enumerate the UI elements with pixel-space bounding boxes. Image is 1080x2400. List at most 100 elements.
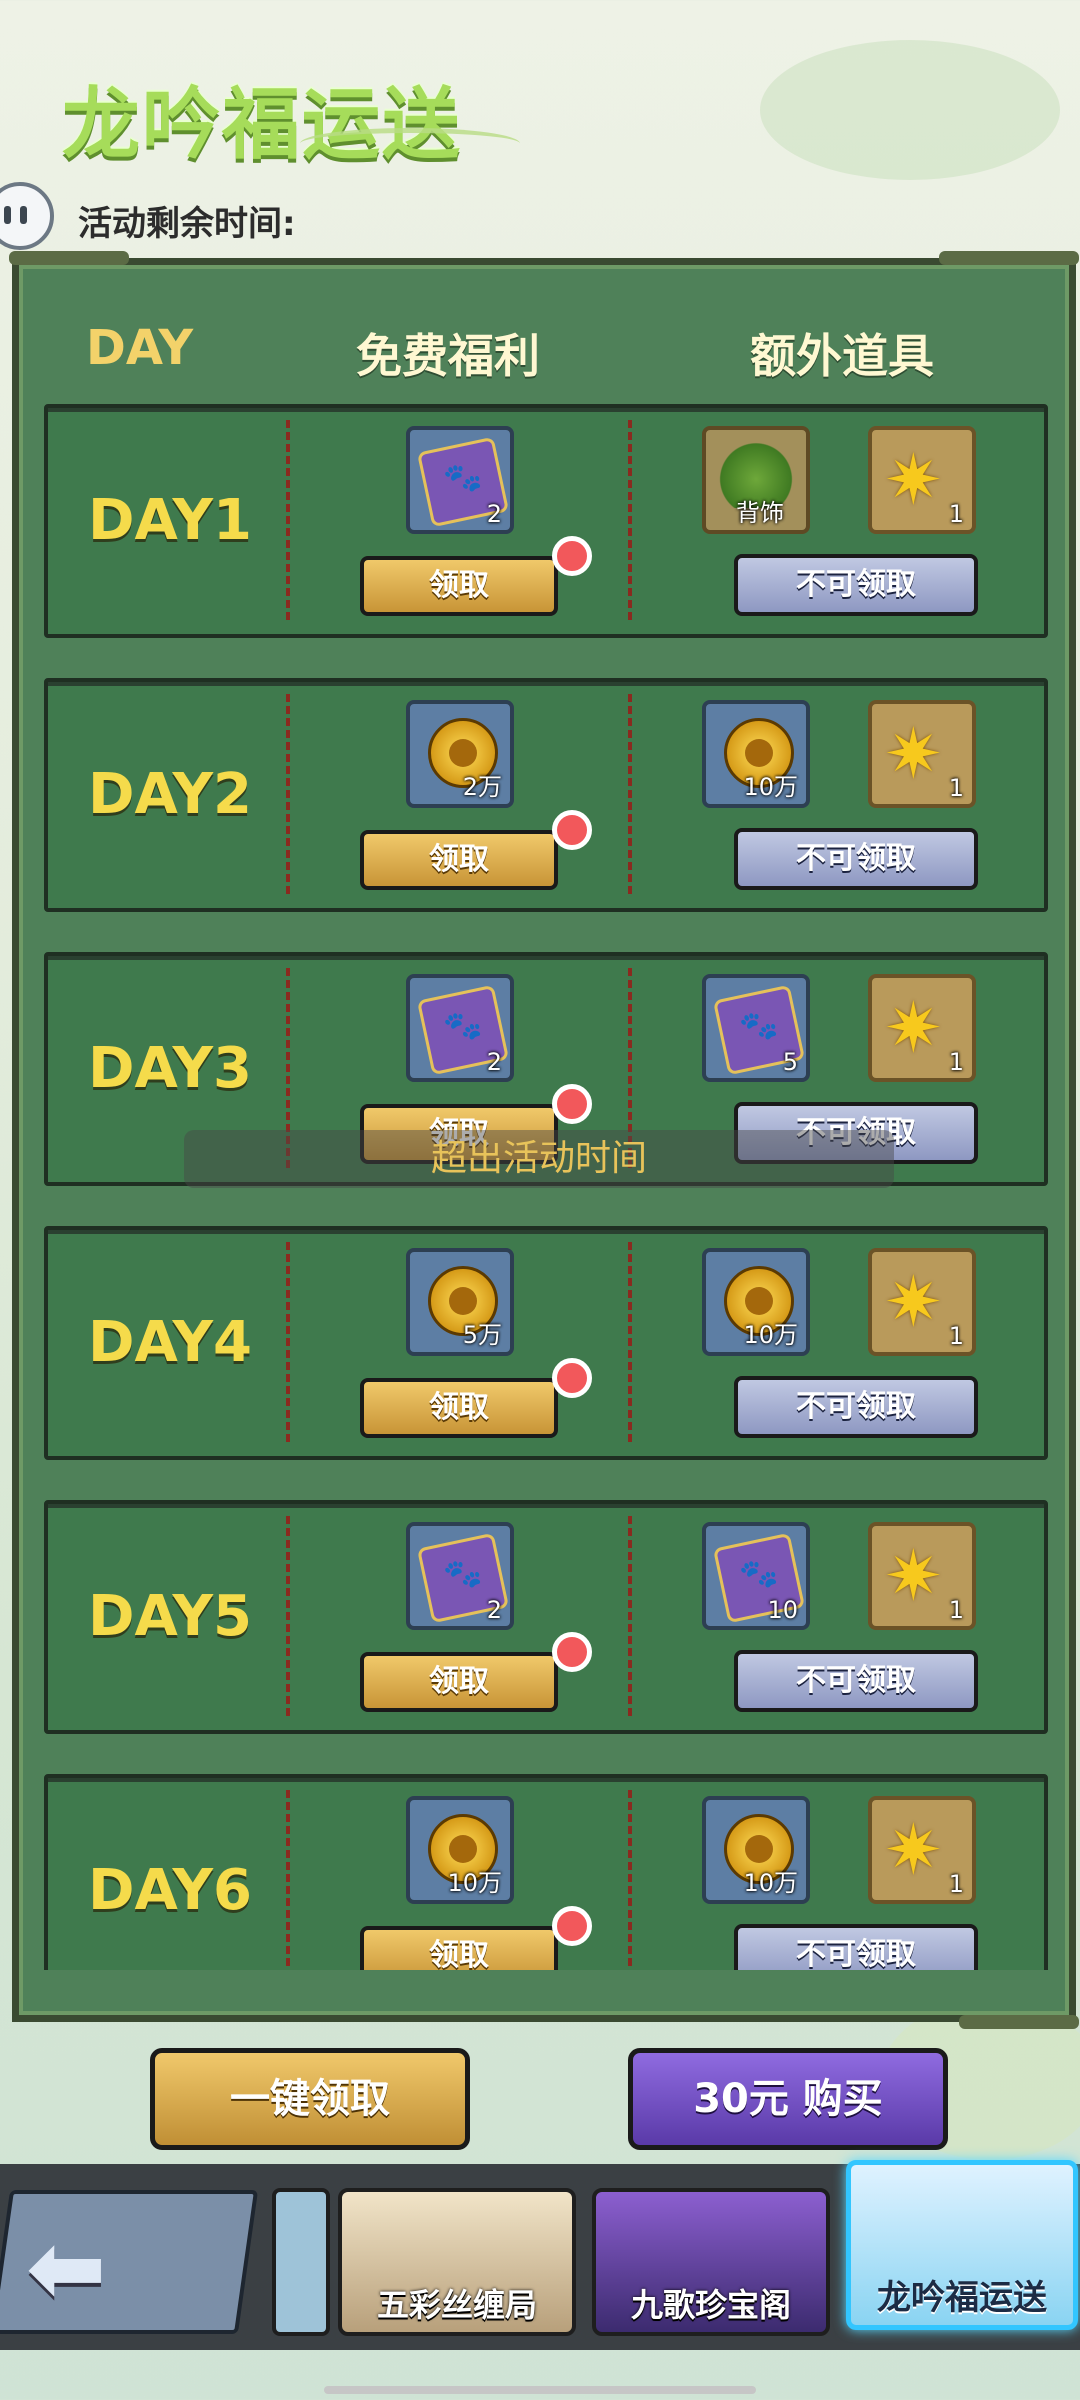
column-divider: [628, 1242, 632, 1442]
reward-quantity: 10万: [743, 1869, 798, 1897]
notification-badge: [552, 1632, 592, 1672]
gold-star-icon: ✷: [884, 1535, 943, 1617]
reward-quantity: 10万: [743, 773, 798, 801]
home-indicator[interactable]: [324, 2386, 756, 2394]
reward-item-slot[interactable]: ✷ 1: [868, 1248, 976, 1356]
reward-quantity: 1: [948, 500, 964, 528]
header-extra-items: 额外道具: [750, 329, 934, 383]
column-divider: [628, 420, 632, 620]
day-row: DAY6 10万 10万 ✷ 1 领取 不可领取: [44, 1774, 1048, 1970]
tab-label: 九歌珍宝阁: [630, 2286, 791, 2324]
reward-item-slot[interactable]: 10万: [702, 1796, 810, 1904]
day-row: DAY5 2 10 ✷1 领取 不可领取: [44, 1500, 1048, 1734]
countdown-label: 活动剩余时间:: [78, 204, 296, 244]
back-arrow-icon: ⬅: [26, 2212, 107, 2324]
reward-quantity: 背饰: [736, 499, 784, 527]
notification-badge: [552, 1906, 592, 1946]
toast-message: 超出活动时间: [184, 1130, 894, 1188]
day-label: DAY2: [88, 762, 252, 827]
reward-item-slot[interactable]: 10万: [702, 1248, 810, 1356]
reward-quantity: 2: [486, 1048, 502, 1076]
reward-item-slot[interactable]: 10万: [702, 700, 810, 808]
reward-item-slot[interactable]: 2: [406, 1522, 514, 1630]
notification-badge: [552, 1358, 592, 1398]
reward-quantity: 10: [767, 1596, 798, 1624]
claim-button[interactable]: 领取: [360, 556, 558, 616]
buy-button[interactable]: 30元 购买: [628, 2048, 948, 2150]
claim-all-button[interactable]: 一键领取: [150, 2048, 470, 2150]
tab-wucai[interactable]: 五彩丝缠局: [338, 2188, 576, 2336]
vine-decoration: [9, 251, 129, 265]
day-label: DAY5: [88, 1584, 252, 1649]
day-row: DAY4 5万 10万 ✷ 1 领取 不可领取: [44, 1226, 1048, 1460]
column-divider: [286, 1790, 290, 1970]
reward-item-slot[interactable]: ✷ 1: [868, 1796, 976, 1904]
reward-quantity: 2: [486, 1596, 502, 1624]
reward-item-slot[interactable]: 2: [406, 426, 514, 534]
chat-bubble-icon[interactable]: [0, 182, 54, 250]
notification-badge: [552, 536, 592, 576]
vine-decoration: [959, 2015, 1079, 2029]
claim-button[interactable]: 领取: [360, 830, 558, 890]
reward-item-slot[interactable]: ✷ 1: [868, 426, 976, 534]
column-divider: [628, 1516, 632, 1716]
column-divider: [286, 694, 290, 894]
reward-quantity: 1: [948, 1596, 964, 1624]
claim-button[interactable]: 领取: [360, 1926, 558, 1970]
column-divider: [286, 1516, 290, 1716]
header-day: DAY: [86, 320, 194, 376]
gold-star-icon: ✷: [884, 1261, 943, 1343]
unavailable-button[interactable]: 不可领取: [734, 1924, 978, 1970]
gold-star-icon: ✷: [884, 1809, 943, 1891]
reward-item-slot[interactable]: 背饰: [702, 426, 810, 534]
day-label: DAY3: [88, 1036, 252, 1101]
reward-quantity: 1: [948, 1048, 964, 1076]
column-divider: [628, 1790, 632, 1970]
tab-label: 龙吟福运送: [877, 2278, 1047, 2318]
reward-item-slot[interactable]: ✷ 1: [868, 700, 976, 808]
reward-item-slot[interactable]: 2: [406, 974, 514, 1082]
reward-quantity: 1: [948, 1322, 964, 1350]
reward-quantity: 10万: [447, 1869, 502, 1897]
day-label: DAY6: [88, 1858, 252, 1923]
unavailable-button[interactable]: 不可领取: [734, 554, 978, 616]
column-divider: [286, 420, 290, 620]
unavailable-button[interactable]: 不可领取: [734, 1650, 978, 1712]
tab-jiuge[interactable]: 九歌珍宝阁: [592, 2188, 830, 2336]
gold-star-icon: ✷: [884, 987, 943, 1069]
tab-longyin-active[interactable]: 龙吟福运送: [846, 2160, 1078, 2330]
day-label: DAY4: [88, 1310, 252, 1375]
tab-partial[interactable]: [272, 2188, 330, 2336]
reward-quantity: 10万: [743, 1321, 798, 1349]
claim-button[interactable]: 领取: [360, 1378, 558, 1438]
day-row: DAY2 2万 10万 ✷ 1 领取 不可领取: [44, 678, 1048, 912]
column-divider: [286, 1242, 290, 1442]
reward-item-slot[interactable]: 5: [702, 974, 810, 1082]
reward-item-slot[interactable]: ✷ 1: [868, 1522, 976, 1630]
reward-quantity: 5万: [462, 1321, 502, 1349]
reward-quantity: 5: [782, 1048, 798, 1076]
reward-quantity: 2: [486, 500, 502, 528]
notification-badge: [552, 810, 592, 850]
reward-item-slot[interactable]: 10万: [406, 1796, 514, 1904]
reward-item-slot[interactable]: ✷ 1: [868, 974, 976, 1082]
header-free-rewards: 免费福利: [356, 329, 540, 383]
reward-quantity: 1: [948, 1870, 964, 1898]
reward-quantity: 1: [948, 774, 964, 802]
title-swirl-decoration: [300, 128, 520, 159]
gold-star-icon: ✷: [884, 439, 943, 521]
day-row: DAY1 2 背饰 ✷1 领取 不可领取: [44, 404, 1048, 638]
background-leaf: [760, 40, 1060, 180]
reward-quantity: 2万: [462, 773, 502, 801]
unavailable-button[interactable]: 不可领取: [734, 828, 978, 890]
unavailable-button[interactable]: 不可领取: [734, 1376, 978, 1438]
reward-item-slot[interactable]: 5万: [406, 1248, 514, 1356]
column-divider: [628, 694, 632, 894]
notification-badge: [552, 1084, 592, 1124]
tab-label: 五彩丝缠局: [376, 2286, 537, 2324]
reward-item-slot[interactable]: 2万: [406, 700, 514, 808]
reward-item-slot[interactable]: 10: [702, 1522, 810, 1630]
day-label: DAY1: [88, 488, 252, 553]
gold-star-icon: ✷: [884, 713, 943, 795]
claim-button[interactable]: 领取: [360, 1652, 558, 1712]
